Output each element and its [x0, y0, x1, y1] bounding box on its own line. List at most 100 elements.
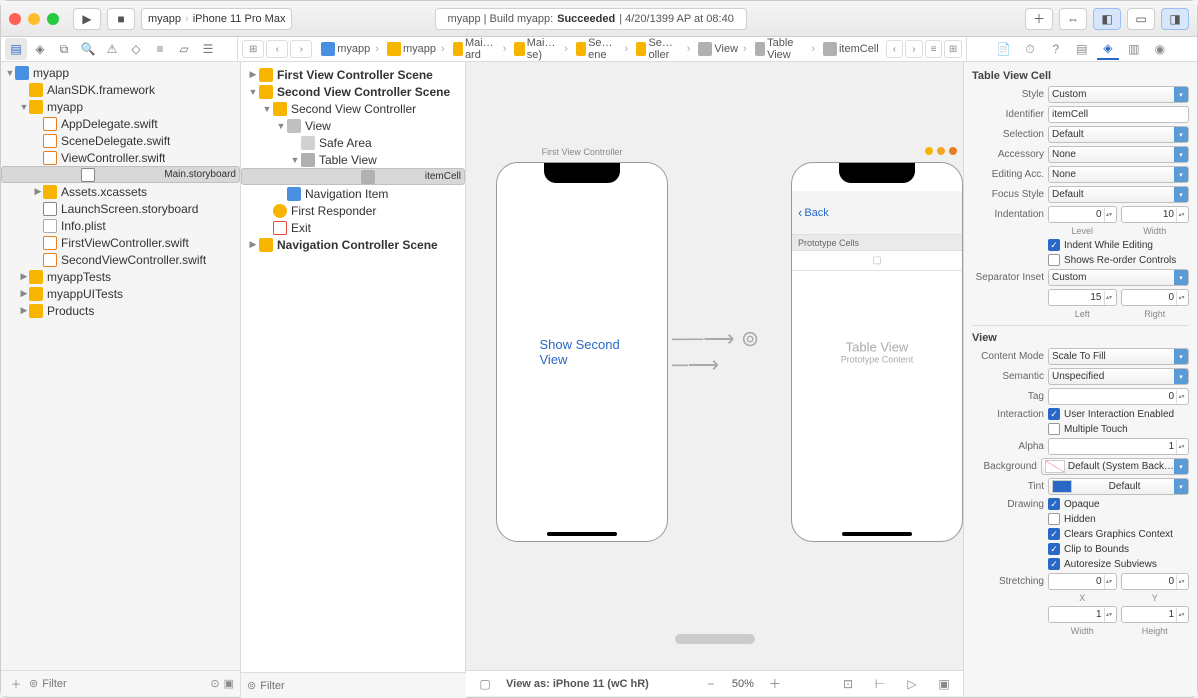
editing-acc-select[interactable]: None▾ [1048, 166, 1189, 183]
accessory-select[interactable]: None▾ [1048, 146, 1189, 163]
focus-style-select[interactable]: Default▾ [1048, 186, 1189, 203]
toggle-navigator-button[interactable]: ◧ [1093, 8, 1121, 30]
stretch-y-input[interactable]: 0▴▾ [1121, 573, 1190, 590]
breadcrumb-4[interactable]: Se…ene [573, 37, 631, 61]
file-products[interactable]: ▶Products [1, 302, 240, 319]
file-assets-xcassets[interactable]: ▶Assets.xcassets [1, 183, 240, 200]
breadcrumb-2[interactable]: Mai…ard [450, 37, 510, 61]
stretch-h-input[interactable]: 1▴▾ [1121, 606, 1190, 623]
identity-inspector-icon[interactable]: ▤ [1071, 38, 1093, 60]
breadcrumb-1[interactable]: myapp [384, 42, 448, 56]
find-navigator-icon[interactable]: 🔍 [77, 38, 99, 60]
breadcrumb-7[interactable]: Table View [752, 37, 818, 61]
outline-exit[interactable]: Exit [241, 219, 465, 236]
file-info-plist[interactable]: Info.plist [1, 217, 240, 234]
test-navigator-icon[interactable]: ◇ [125, 38, 147, 60]
connections-inspector-icon[interactable]: ◉ [1149, 38, 1171, 60]
file-main-storyboard[interactable]: Main.storyboard [1, 166, 240, 183]
semantic-select[interactable]: Unspecified▾ [1048, 368, 1189, 385]
symbol-navigator-icon[interactable]: ⧉ [53, 38, 75, 60]
source-control-icon[interactable]: ◈ [29, 38, 51, 60]
scm-filter-icon[interactable]: ▣ [224, 677, 234, 690]
prev-issue-button[interactable]: ‹ [886, 40, 904, 58]
issue-navigator-icon[interactable]: ⚠ [101, 38, 123, 60]
device-config-icon[interactable]: ▢ [474, 675, 496, 693]
recent-filter-icon[interactable]: ⊙ [210, 677, 219, 690]
show-second-view-button[interactable]: Show Second View [540, 337, 625, 367]
phone-preview-1[interactable]: Show Second View [496, 162, 668, 542]
content-mode-select[interactable]: Scale To Fill▾ [1048, 348, 1189, 365]
horizontal-scrollbar[interactable] [675, 634, 755, 644]
separator-inset-select[interactable]: Custom▾ [1048, 269, 1189, 286]
file-firstviewcontroller-swift[interactable]: FirstViewController.swift [1, 234, 240, 251]
breadcrumb-3[interactable]: Mai…se) [511, 37, 570, 61]
file-scenedelegate-swift[interactable]: SceneDelegate.swift [1, 132, 240, 149]
related-items-icon[interactable]: ⊞ [242, 40, 264, 58]
selection-select[interactable]: Default▾ [1048, 126, 1189, 143]
scheme-selector[interactable]: myapp › iPhone 11 Pro Max [141, 8, 292, 30]
indent-width-input[interactable]: 10▴▾ [1121, 206, 1190, 223]
breakpoint-navigator-icon[interactable]: ▱ [173, 38, 195, 60]
size-inspector-icon[interactable]: ▥ [1123, 38, 1145, 60]
pin-icon[interactable]: ⊢ [869, 675, 891, 693]
code-review-button[interactable]: ⇔ [1059, 8, 1087, 30]
back-button[interactable]: ‹ [266, 40, 288, 58]
prototype-cell[interactable]: ▢ [792, 251, 962, 271]
file-launchscreen-storyboard[interactable]: LaunchScreen.storyboard [1, 200, 240, 217]
zoom-out-button[interactable]: − [700, 675, 722, 693]
tint-select[interactable]: Default▾ [1048, 478, 1189, 495]
file-myapp[interactable]: ▼myapp [1, 98, 240, 115]
stretch-w-input[interactable]: 1▴▾ [1048, 606, 1117, 623]
opaque-checkbox[interactable]: Opaque [1048, 498, 1100, 510]
indent-level-input[interactable]: 0▴▾ [1048, 206, 1117, 223]
sep-left-input[interactable]: 15▴▾ [1048, 289, 1117, 306]
breadcrumb-5[interactable]: Se…oller [633, 37, 693, 61]
file-myapptests[interactable]: ▶myappTests [1, 268, 240, 285]
storyboard-canvas[interactable]: First View Controller Show Second View ─… [466, 62, 963, 696]
attributes-inspector-icon[interactable]: ◈ [1097, 38, 1119, 60]
outline-view[interactable]: ▼View [241, 117, 465, 134]
zoom-in-button[interactable]: ＋ [764, 675, 786, 693]
outline-first-view-controller-scene[interactable]: ▶First View Controller Scene [241, 66, 465, 83]
add-editor-icon[interactable]: ⊞ [944, 40, 962, 58]
breadcrumb-6[interactable]: View [695, 42, 749, 56]
segue-arrow-icon[interactable]: ──⟶ ⊚ ─⟶ [672, 326, 787, 378]
close-window[interactable] [9, 13, 21, 25]
breadcrumb-0[interactable]: myapp [318, 42, 382, 56]
project-navigator-icon[interactable]: ▤ [5, 38, 27, 60]
file-alansdk-framework[interactable]: AlanSDK.framework [1, 81, 240, 98]
background-select[interactable]: Default (System Back…▾ [1041, 458, 1189, 475]
hidden-checkbox[interactable]: Hidden [1048, 513, 1096, 525]
align-icon[interactable]: ⊡ [837, 675, 859, 693]
file-inspector-icon[interactable]: 📄 [993, 38, 1015, 60]
toggle-inspector-button[interactable]: ◨ [1161, 8, 1189, 30]
resolve-icon[interactable]: ▷ [901, 675, 923, 693]
clears-checkbox[interactable]: Clears Graphics Context [1048, 528, 1173, 540]
library-button[interactable]: ＋ [1025, 8, 1053, 30]
embed-icon[interactable]: ▣ [933, 675, 955, 693]
outline-first-responder[interactable]: First Responder [241, 202, 465, 219]
adjust-editor-icon[interactable]: ≡ [925, 40, 943, 58]
outline-filter-input[interactable] [260, 680, 460, 692]
toggle-debug-button[interactable]: ▭ [1127, 8, 1155, 30]
phone-preview-2[interactable]: ‹Back Prototype Cells ▢ Table View Proto… [791, 162, 963, 542]
tree-root[interactable]: ▼myapp [1, 64, 240, 81]
outline-itemcell[interactable]: itemCell [241, 168, 465, 185]
navigator-filter-input[interactable] [42, 678, 206, 690]
indent-while-editing-checkbox[interactable]: Indent While Editing [1048, 239, 1153, 251]
forward-button[interactable]: › [290, 40, 312, 58]
next-issue-button[interactable]: › [905, 40, 923, 58]
minimize-window[interactable] [28, 13, 40, 25]
debug-navigator-icon[interactable]: ≡ [149, 38, 171, 60]
style-select[interactable]: Custom▾ [1048, 86, 1189, 103]
view-as-label[interactable]: View as: iPhone 11 (wC hR) [506, 678, 649, 690]
outline-navigation-item[interactable]: Navigation Item [241, 185, 465, 202]
clip-checkbox[interactable]: Clip to Bounds [1048, 543, 1129, 555]
shows-reorder-checkbox[interactable]: Shows Re-order Controls [1048, 254, 1176, 266]
zoom-window[interactable] [47, 13, 59, 25]
run-button[interactable]: ▶ [73, 8, 101, 30]
file-secondviewcontroller-swift[interactable]: SecondViewController.swift [1, 251, 240, 268]
tag-input[interactable]: 0▴▾ [1048, 388, 1189, 405]
file-myappuitests[interactable]: ▶myappUITests [1, 285, 240, 302]
stretch-x-input[interactable]: 0▴▾ [1048, 573, 1117, 590]
